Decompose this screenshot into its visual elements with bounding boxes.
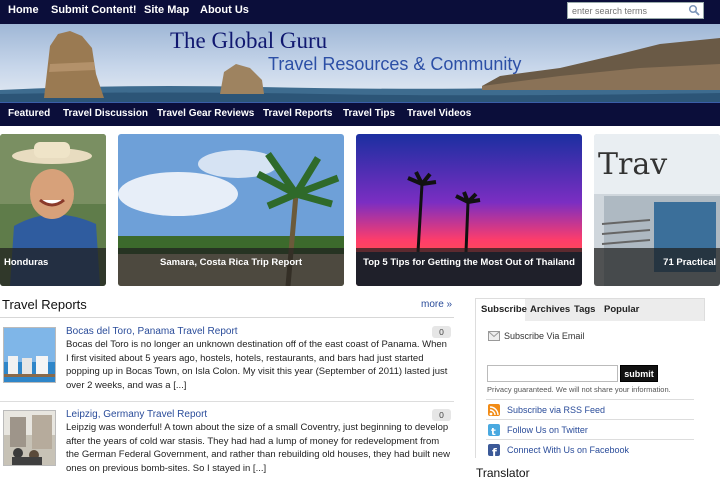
divider [486,419,694,420]
subscribe-panel: Subscribe Via Email submit Privacy guara… [476,321,706,459]
search-input[interactable] [567,2,704,19]
site-title[interactable]: The Global Guru [170,28,327,54]
rss-feed-link[interactable]: Subscribe via RSS Feed [507,405,605,415]
nav-submit-content-link[interactable]: Submit Content! [51,4,137,16]
svg-text:Trav: Trav [598,147,667,182]
category-travel-reports[interactable]: Travel Reports [263,108,332,119]
twitter-icon[interactable]: t [488,424,500,438]
email-subscribe-label: Subscribe Via Email [504,331,585,341]
site-tagline: Travel Resources & Community [268,54,522,74]
email-icon [488,331,500,341]
report-title-link[interactable]: Leipzig, Germany Travel Report [66,409,207,420]
report-thumbnail[interactable] [3,410,56,466]
report-item: Leipzig, Germany Travel Report 0 Leipzig… [0,407,454,479]
category-navigation-bar: Featured Travel Discussion Travel Gear R… [0,102,720,126]
tab-subscribe[interactable]: Subscribe [481,304,527,315]
category-travel-tips[interactable]: Travel Tips [343,108,395,119]
search-icon[interactable] [688,4,700,16]
translator-heading: Translator [476,466,530,480]
site-header-banner: The Global Guru Travel Resources & Commu… [0,24,720,102]
facebook-link[interactable]: Connect With Us on Facebook [507,445,629,455]
divider [486,439,694,440]
divider [0,401,454,402]
nav-home-link[interactable]: Home [8,4,39,16]
submit-button[interactable]: submit [620,365,658,382]
category-featured[interactable]: Featured [8,108,50,119]
featured-slider: Honduras Samara, Costa Rica Trip Report [0,130,720,288]
sidebar-tabs: Subscribe Archives Tags Popular [476,299,706,321]
slide-thailand-tips[interactable]: Top 5 Tips for Getting the Most Out of T… [356,134,582,286]
report-title-link[interactable]: Bocas del Toro, Panama Travel Report [66,326,238,337]
svg-text:t: t [491,427,496,437]
category-travel-gear-reviews[interactable]: Travel Gear Reviews [157,108,254,119]
sidebar-tab-box: Subscribe Archives Tags Popular Subscrib… [475,298,706,459]
comment-count-badge[interactable]: 0 [432,409,451,421]
comment-count-badge[interactable]: 0 [432,326,451,338]
top-navigation-bar: Home Submit Content! Site Map About Us [0,0,720,24]
slide-honduras[interactable]: Honduras [0,134,106,286]
report-excerpt: Leipzig was wonderful! A town about the … [66,422,450,474]
facebook-icon[interactable]: f [488,444,500,459]
twitter-link[interactable]: Follow Us on Twitter [507,425,588,435]
privacy-note: Privacy guaranteed. We will not share yo… [487,385,671,394]
slide-caption: 71 Practical [594,248,720,286]
divider [0,317,454,318]
report-thumbnail[interactable] [3,327,56,383]
nav-about-us-link[interactable]: About Us [200,4,249,16]
slide-caption: Honduras [0,248,106,286]
divider [486,399,694,400]
category-travel-discussion[interactable]: Travel Discussion [63,108,148,119]
slide-samara-costa-rica[interactable]: Samara, Costa Rica Trip Report [118,134,344,286]
tab-archives[interactable]: Archives [530,304,570,315]
travel-reports-heading: Travel Reports [2,297,87,312]
more-reports-link[interactable]: more » [421,299,452,310]
report-excerpt: Bocas del Toro is no longer an unknown d… [66,339,448,391]
slide-caption: Samara, Costa Rica Trip Report [118,248,344,286]
category-travel-videos[interactable]: Travel Videos [407,108,471,119]
nav-site-map-link[interactable]: Site Map [144,4,189,16]
email-field[interactable] [487,365,618,382]
report-item: Bocas del Toro, Panama Travel Report 0 B… [0,324,454,396]
rss-icon[interactable] [488,404,500,416]
tab-popular[interactable]: Popular [604,304,639,315]
tab-tags[interactable]: Tags [574,304,595,315]
svg-text:f: f [492,446,497,457]
slide-caption: Top 5 Tips for Getting the Most Out of T… [356,248,582,286]
slide-practical-tips[interactable]: Trav 71 Practical [594,134,720,286]
